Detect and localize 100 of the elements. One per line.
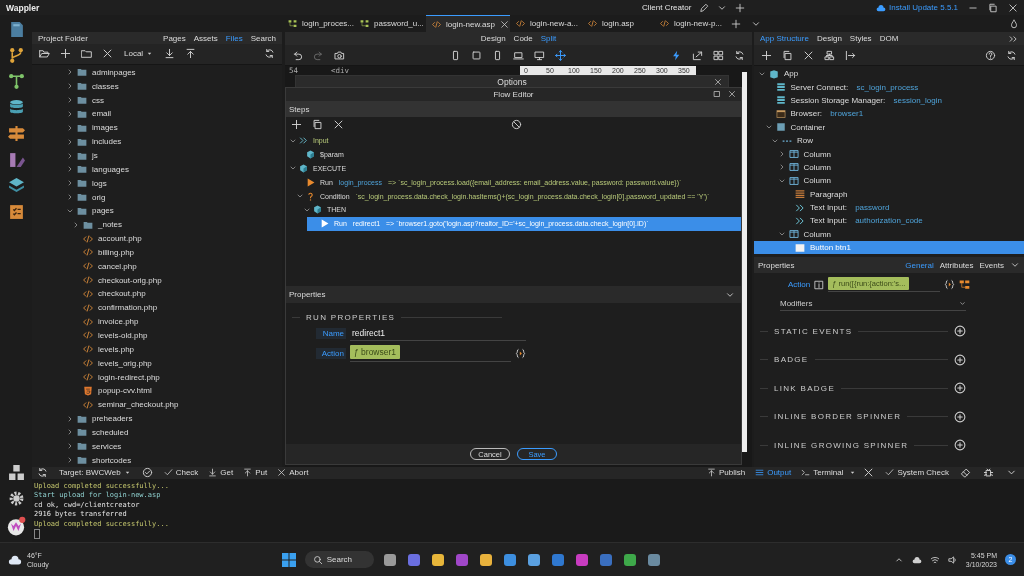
target-dropdown[interactable]: Target: BWCWeb <box>59 468 131 478</box>
editor-tab[interactable]: password_u... <box>354 15 426 32</box>
palette-icon[interactable] <box>7 151 25 168</box>
maximize-icon[interactable] <box>713 90 721 98</box>
delete-icon[interactable] <box>333 119 344 130</box>
file-item[interactable]: levels-old.php <box>32 328 282 343</box>
structure-item[interactable]: Server Connect: sc_login_process <box>754 80 1024 94</box>
toolbar-button[interactable]: Output <box>755 468 792 478</box>
taskbar-app-icon[interactable] <box>382 551 398 568</box>
file-item[interactable]: scheduled <box>32 425 282 440</box>
bug-icon[interactable] <box>983 467 994 479</box>
packages-icon[interactable] <box>7 464 25 481</box>
file-item[interactable]: js <box>32 148 282 163</box>
add-icon[interactable] <box>954 325 966 338</box>
file-item[interactable]: logs <box>32 176 282 191</box>
monitor-icon[interactable] <box>534 49 545 61</box>
phone-icon[interactable] <box>450 49 461 61</box>
target-dropdown[interactable]: Local <box>124 49 154 59</box>
chevron-icon[interactable] <box>66 179 74 188</box>
taskbar-app-icon[interactable] <box>622 551 638 568</box>
chevron-icon[interactable] <box>66 456 74 465</box>
add-icon[interactable] <box>291 119 302 130</box>
taskbar-app-icon[interactable] <box>430 551 446 568</box>
tablet-icon[interactable] <box>471 49 482 61</box>
structure-item[interactable]: Paragraph <box>754 187 1024 201</box>
file-item[interactable]: seminar_checkout.php <box>32 397 282 412</box>
toolbar-button[interactable]: Get <box>208 468 234 478</box>
chevron-icon[interactable] <box>66 110 74 118</box>
file-item[interactable]: includes <box>32 134 282 149</box>
redo-icon[interactable] <box>313 49 324 61</box>
taskbar-app-icon[interactable] <box>574 551 590 568</box>
drop-icon[interactable] <box>1009 18 1019 29</box>
cloud-icon[interactable] <box>911 554 922 565</box>
refresh-icon[interactable] <box>37 467 48 479</box>
panel-tab[interactable]: Assets <box>193 33 218 43</box>
structure-item[interactable]: Column <box>754 160 1024 175</box>
file-item[interactable]: email <box>32 107 282 121</box>
start-icon[interactable] <box>280 551 297 568</box>
exit-icon[interactable] <box>845 49 856 61</box>
download-icon[interactable] <box>164 48 176 60</box>
tablet-icon[interactable] <box>492 49 503 61</box>
eraser-icon[interactable] <box>960 467 971 479</box>
toolbar-button[interactable]: Check <box>163 468 199 478</box>
modifiers-select[interactable]: Modifiers <box>780 297 966 311</box>
add-icon[interactable] <box>954 382 966 395</box>
restore-icon[interactable] <box>988 2 998 13</box>
editor-tab[interactable]: login-new.asp <box>426 15 510 32</box>
file-item[interactable]: checkout-orig.php <box>32 273 282 288</box>
clipboard-icon[interactable] <box>7 203 25 220</box>
structure-item[interactable]: Text Input: password <box>754 200 1024 215</box>
chevron-icon[interactable] <box>66 414 74 423</box>
open-folder-icon[interactable] <box>39 48 50 60</box>
structure-item[interactable]: Container <box>754 120 1024 134</box>
settings-icon[interactable] <box>7 490 25 507</box>
flow-icon[interactable] <box>7 73 25 90</box>
structure-item[interactable]: Browser: browser1 <box>754 107 1024 121</box>
file-item[interactable]: login-redirect.php <box>32 370 282 384</box>
toolbar-button[interactable]: Publish <box>706 468 746 478</box>
toolbar-button[interactable]: System Check <box>885 468 949 478</box>
panel-tab[interactable]: Files <box>225 33 243 43</box>
chevron-icon[interactable] <box>66 193 74 202</box>
structure-item[interactable]: Text Input: authorization_code <box>754 214 1024 228</box>
chevron-icon[interactable] <box>66 428 74 437</box>
database-icon[interactable] <box>7 99 25 116</box>
taskbar-app-icon[interactable] <box>550 551 566 568</box>
check-icon[interactable] <box>141 467 153 479</box>
file-item[interactable]: preheaders <box>32 411 282 426</box>
disable-icon[interactable] <box>511 119 522 130</box>
chevron-icon[interactable] <box>72 220 80 229</box>
delete-icon[interactable] <box>803 49 814 61</box>
close-icon[interactable] <box>714 78 722 86</box>
camera-icon[interactable] <box>334 49 345 61</box>
toolbar-button[interactable]: Put <box>243 468 268 478</box>
panel-tab[interactable]: DOM <box>879 34 899 43</box>
chevron-icon[interactable] <box>66 96 74 105</box>
file-item[interactable]: levels_orig.php <box>32 356 282 371</box>
branch-icon[interactable] <box>7 47 25 64</box>
chevron-icon[interactable] <box>66 123 74 132</box>
file-item[interactable]: languages <box>32 162 282 177</box>
toolbar-button[interactable]: Terminal <box>801 468 844 478</box>
copy-icon[interactable] <box>312 119 323 130</box>
add-icon[interactable] <box>60 48 71 60</box>
file-item[interactable]: confirmation.php <box>32 300 282 315</box>
taskbar-app-icon[interactable] <box>646 551 662 568</box>
structure-item[interactable]: App <box>754 67 1024 81</box>
chevron-icon[interactable] <box>66 137 74 146</box>
panel-tab[interactable]: Pages <box>163 33 186 43</box>
new-folder-icon[interactable] <box>81 48 92 60</box>
structure-item[interactable]: Column <box>754 227 1024 242</box>
view-tab[interactable]: Split <box>540 34 557 43</box>
install-update-link[interactable]: Install Update 5.5.1 <box>876 2 958 13</box>
panel-tab[interactable]: Styles <box>849 34 872 43</box>
chevron-icon[interactable] <box>66 68 74 77</box>
editor-tab[interactable]: login-new-a... <box>510 15 582 32</box>
structure-item[interactable]: Column <box>754 174 1024 188</box>
refresh-icon[interactable] <box>734 49 745 61</box>
data-binding-icon[interactable] <box>515 347 526 359</box>
speaker-icon[interactable] <box>947 554 958 565</box>
file-item[interactable]: adminpages <box>32 65 282 80</box>
file-item[interactable]: checkout.php <box>32 287 282 301</box>
